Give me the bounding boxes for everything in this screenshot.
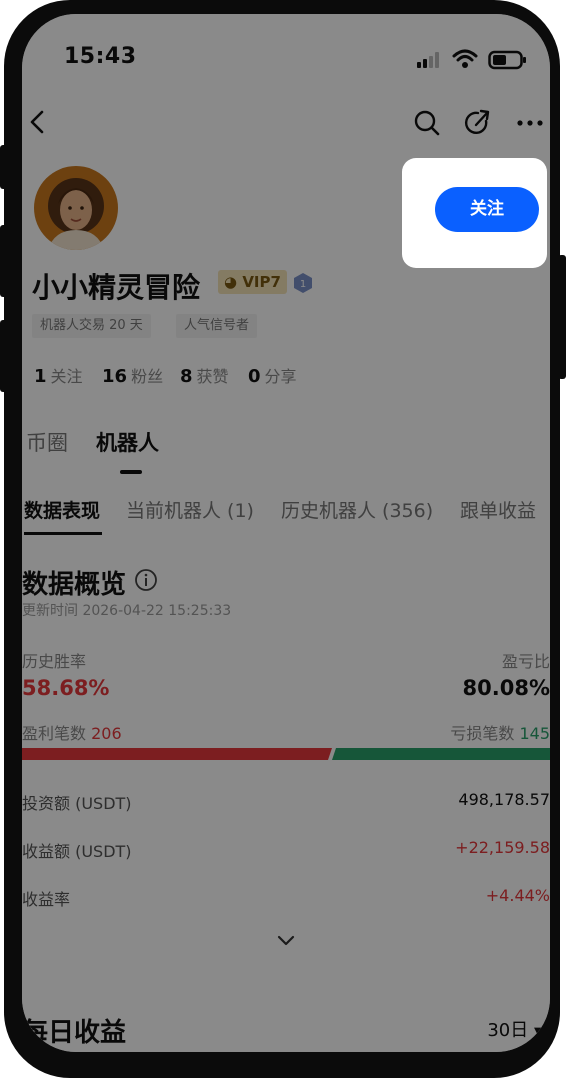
follow-button[interactable]: 关注 (435, 187, 539, 232)
phone-frame: 15:43 小小精灵冒险 ◕ VIP7 1 机器人交易 20 天 人气信号者 1… (4, 0, 560, 1078)
profile-page: 15:43 小小精灵冒险 ◕ VIP7 1 机器人交易 20 天 人气信号者 1… (22, 14, 550, 1052)
screen: 15:43 小小精灵冒险 ◕ VIP7 1 机器人交易 20 天 人气信号者 1… (22, 14, 550, 1052)
